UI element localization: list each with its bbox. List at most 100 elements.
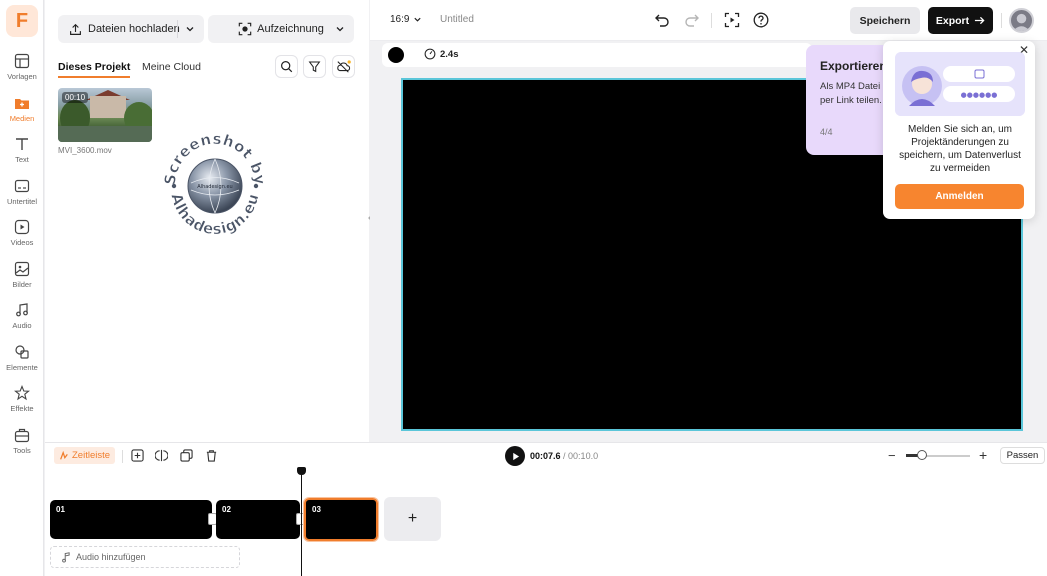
fit-button[interactable]: Passen	[1000, 447, 1045, 464]
zoom-slider-handle[interactable]	[917, 450, 927, 460]
split-icon[interactable]	[155, 449, 168, 462]
login-message: Melden Sie sich an, um Projektänderungen…	[899, 124, 1021, 174]
timer-icon	[424, 48, 436, 60]
login-popup: ✕ ●●●●●● Melden Sie sich an, um Projektä…	[883, 41, 1035, 219]
login-illustration: ●●●●●●	[895, 52, 1025, 116]
cloud-off-icon	[337, 60, 351, 73]
zoom-out-button[interactable]: −	[888, 448, 896, 463]
sidebar-item-label: Elemente	[6, 363, 38, 372]
images-icon	[14, 261, 30, 277]
undo-icon[interactable]	[654, 12, 670, 28]
project-title[interactable]: Untitled	[440, 14, 474, 25]
tools-icon	[14, 428, 30, 443]
templates-icon	[14, 53, 30, 69]
avatar[interactable]	[1009, 8, 1034, 33]
sign-in-button[interactable]: Anmelden	[895, 184, 1024, 209]
preview-icon[interactable]	[724, 12, 740, 28]
divider	[1001, 13, 1002, 28]
top-bar: 16:9 Untitled Speichern Export	[370, 0, 1047, 41]
sidebar-item-subtitles[interactable]: Untertitel	[0, 178, 44, 216]
filter-button[interactable]	[303, 55, 326, 78]
sidebar-item-templates[interactable]: Vorlagen	[0, 53, 44, 91]
timeline-clip[interactable]: 01	[50, 500, 212, 539]
sidebar-item-videos[interactable]: Videos	[0, 219, 44, 257]
sidebar-item-tools[interactable]: Tools	[0, 427, 44, 465]
effects-icon	[14, 385, 30, 401]
add-audio-track[interactable]: Audio hinzufügen	[50, 546, 240, 568]
total-time: 00:10.0	[568, 451, 599, 461]
svg-text:●●●●●●: ●●●●●●	[961, 91, 998, 99]
search-icon	[281, 61, 293, 73]
sidebar-item-elements[interactable]: Elemente	[0, 344, 44, 382]
trash-icon[interactable]	[205, 449, 218, 462]
timeline: Zeitleiste 00:07.6 / 00:10.0 − + Passen …	[45, 442, 1047, 576]
export-button[interactable]: Export	[928, 7, 993, 34]
upload-files-label: Dateien hochladen	[88, 23, 180, 35]
media-duration: 00:10	[62, 92, 89, 103]
media-thumbnail[interactable]: 00:10	[58, 88, 152, 142]
record-button[interactable]: Aufzeichnung	[208, 15, 354, 43]
playhead[interactable]	[301, 468, 302, 576]
aspect-ratio-select[interactable]: 16:9	[390, 14, 422, 25]
videos-icon	[14, 219, 30, 235]
media-filename: MVI_3600.mov	[58, 146, 112, 155]
watermark-center-text: Alhadesign.eu	[197, 184, 232, 190]
music-note-icon	[62, 551, 70, 563]
sidebar-item-label: Text	[15, 155, 29, 164]
zoom-in-button[interactable]: +	[979, 447, 987, 463]
left-rail: F Vorlagen Medien Text Untertitel Videos…	[0, 0, 44, 576]
sidebar-item-media[interactable]: Medien	[0, 95, 44, 133]
elements-icon	[15, 345, 29, 359]
chevron-down-icon[interactable]	[185, 24, 195, 34]
tab-my-cloud[interactable]: Meine Cloud	[142, 61, 201, 73]
export-label: Export	[935, 14, 970, 27]
aspect-ratio-label: 16:9	[390, 14, 410, 25]
subtitles-icon	[14, 179, 30, 193]
sidebar-item-label: Medien	[9, 114, 35, 123]
sidebar-item-label: Untertitel	[6, 197, 37, 206]
sidebar-item-text[interactable]: Text	[0, 136, 44, 174]
timeline-clip-selected[interactable]: 03	[303, 497, 379, 542]
sidebar-item-audio[interactable]: Audio	[0, 302, 44, 340]
current-time: 00:07.6	[530, 451, 561, 461]
play-button[interactable]	[505, 446, 525, 466]
playhead-handle[interactable]	[297, 467, 306, 475]
search-button[interactable]	[275, 55, 298, 78]
playback-time: 00:07.6 / 00:10.0	[530, 451, 598, 461]
app-logo[interactable]: F	[6, 5, 38, 37]
chevron-down-icon	[414, 17, 422, 22]
background-color-swatch[interactable]	[388, 47, 404, 63]
text-icon	[16, 138, 28, 150]
clip-duration-control[interactable]: 2.4s	[424, 48, 459, 60]
tooltip-step: 4/4	[820, 127, 833, 137]
add-clip-icon[interactable]	[131, 449, 144, 462]
divider	[122, 450, 123, 463]
divider	[177, 20, 178, 38]
clip-duration-value: 2.4s	[440, 48, 459, 60]
upload-files-button[interactable]: Dateien hochladen	[58, 15, 204, 43]
logo-letter: F	[15, 9, 29, 32]
cloud-sync-button[interactable]	[332, 55, 355, 78]
sidebar-item-label: Tools	[13, 446, 31, 455]
time-separator: /	[560, 451, 569, 461]
record-label: Aufzeichnung	[257, 23, 324, 35]
media-icon	[15, 99, 29, 109]
play-icon	[512, 452, 519, 460]
clip-label: 03	[312, 505, 321, 514]
chevron-down-icon[interactable]	[335, 24, 345, 34]
audio-icon	[16, 303, 28, 317]
user-avatar-icon	[1012, 13, 1031, 31]
help-icon[interactable]	[753, 12, 769, 28]
filter-icon	[308, 61, 321, 73]
redo-icon[interactable]	[684, 12, 700, 28]
add-clip-button[interactable]: +	[384, 497, 441, 541]
tab-this-project[interactable]: Dieses Projekt	[58, 61, 131, 78]
timeline-clip[interactable]: 02	[216, 500, 300, 539]
sidebar-item-effects[interactable]: Effekte	[0, 385, 44, 423]
duplicate-icon[interactable]	[180, 449, 193, 462]
save-button[interactable]: Speichern	[850, 7, 920, 34]
divider	[711, 13, 712, 28]
sidebar-item-images[interactable]: Bilder	[0, 261, 44, 299]
timeline-toggle[interactable]: Zeitleiste	[54, 447, 116, 464]
record-icon	[238, 22, 252, 36]
